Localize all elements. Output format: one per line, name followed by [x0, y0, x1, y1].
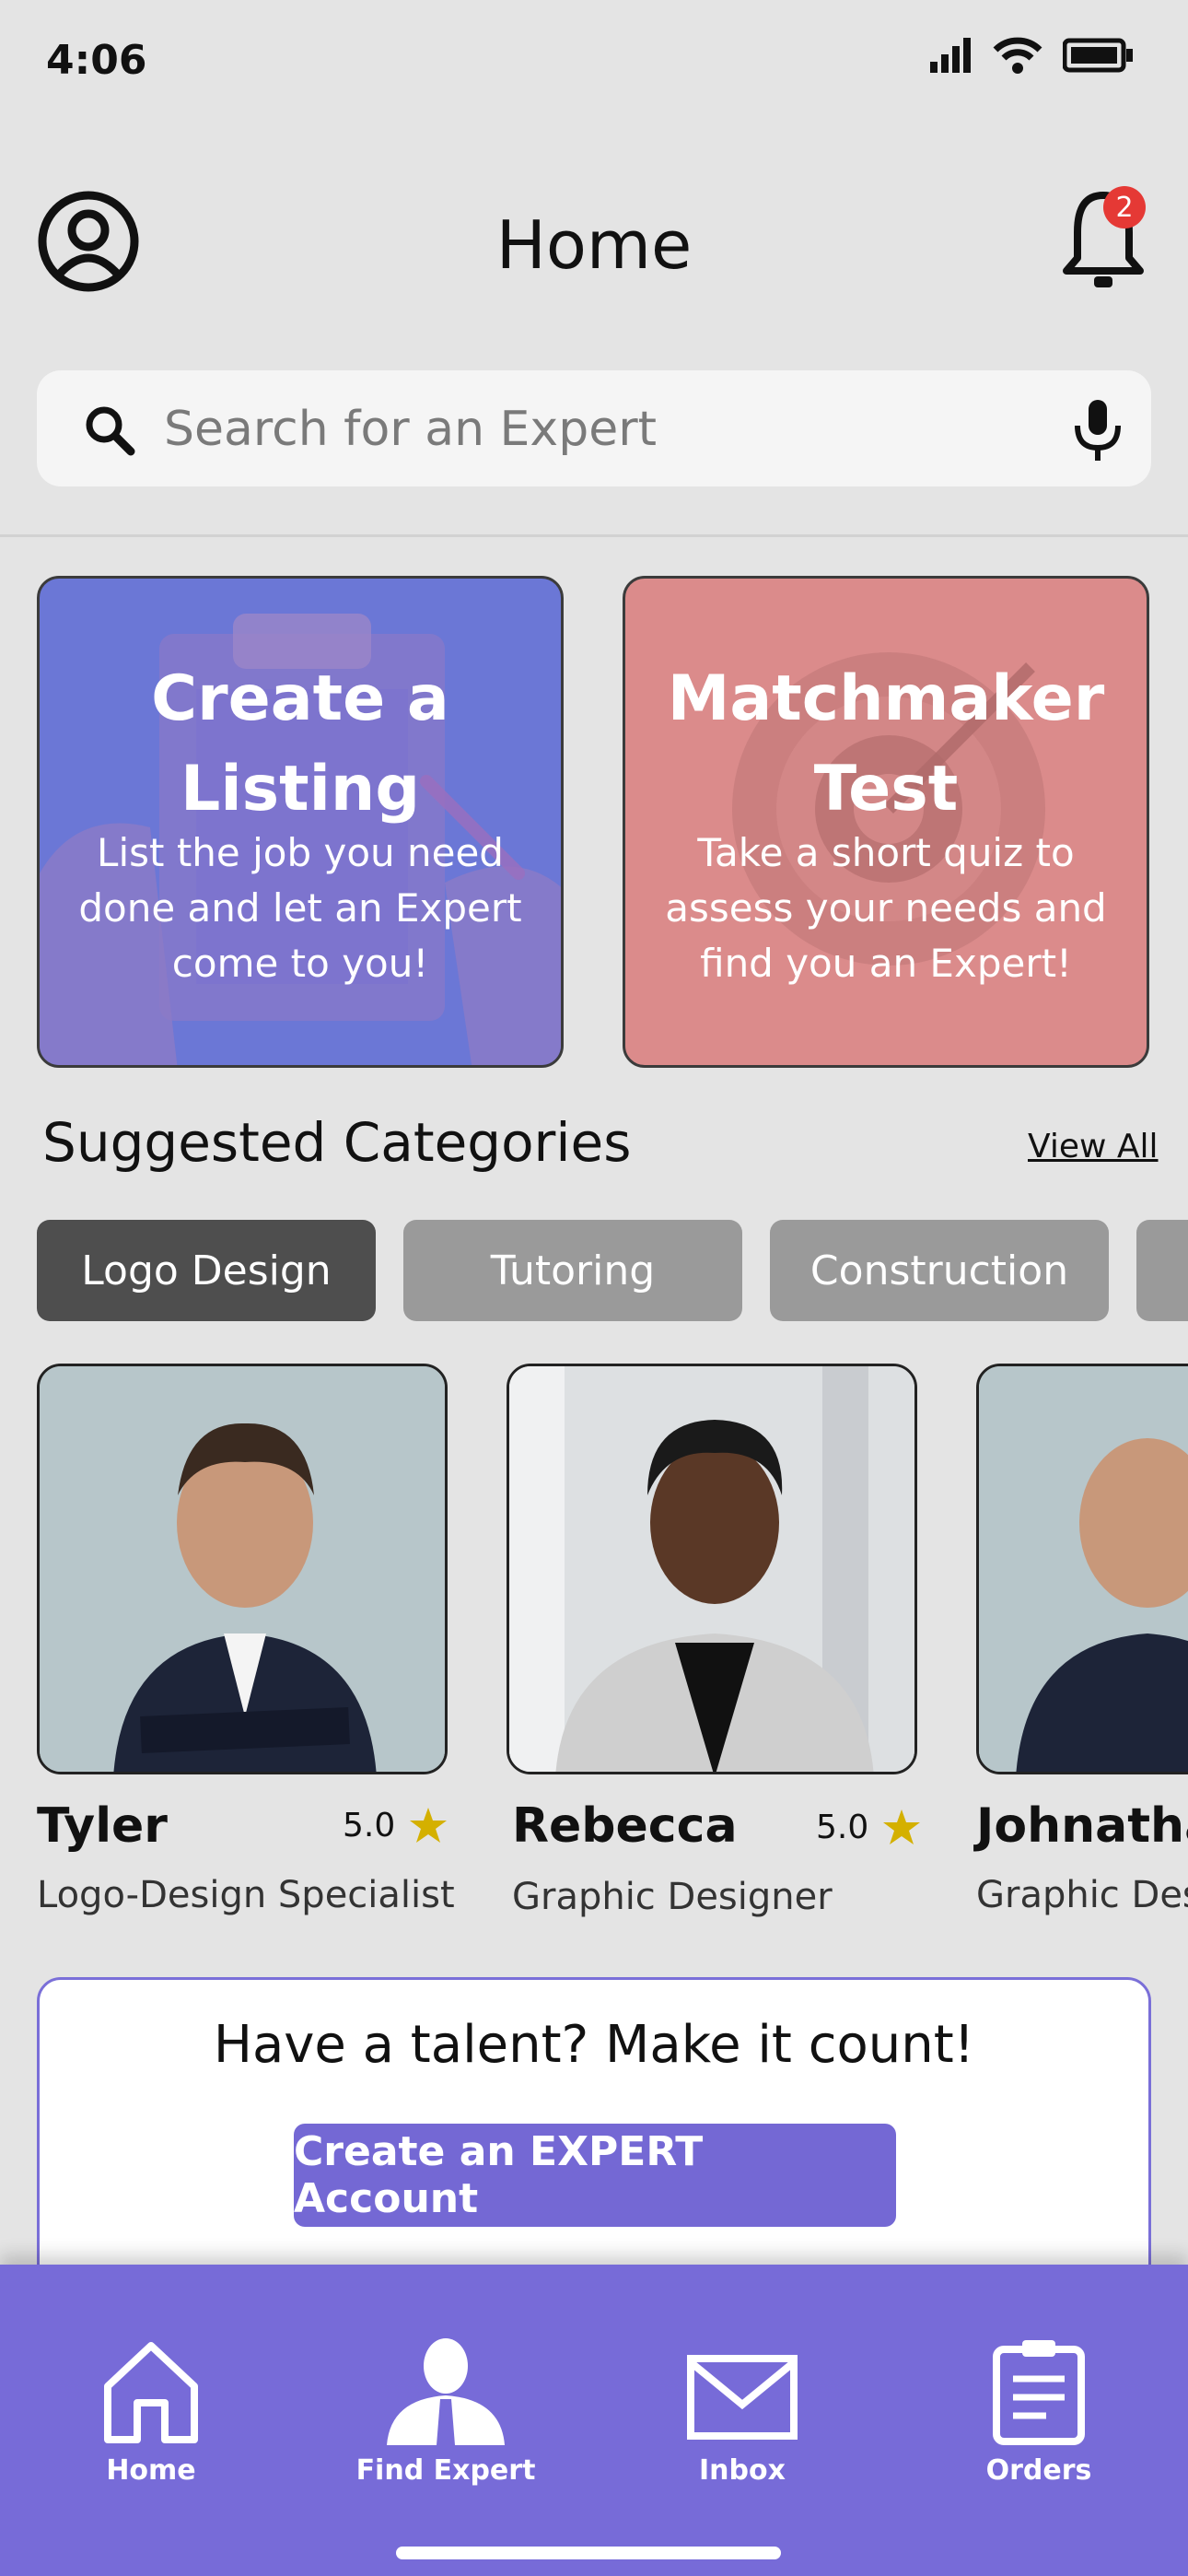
category-chips: Logo Design Tutoring Construction: [37, 1220, 1188, 1321]
card-title: Matchmaker Test: [625, 654, 1147, 835]
header-divider: [0, 534, 1188, 537]
microphone-icon[interactable]: [1070, 398, 1125, 463]
expert-rating: 5.0: [816, 1808, 922, 1846]
create-listing-card[interactable]: Create a Listing List the job you need d…: [37, 576, 564, 1068]
nav-item-inbox[interactable]: Inbox: [632, 2338, 853, 2487]
search-bar[interactable]: [37, 370, 1151, 486]
category-chip-more[interactable]: [1136, 1220, 1188, 1321]
category-chip-tutoring[interactable]: Tutoring: [403, 1220, 742, 1321]
expert-rating: 5.0: [343, 1806, 448, 1844]
expert-photo-johnathan[interactable]: [976, 1364, 1188, 1774]
search-icon: [86, 406, 135, 456]
rating-value: 5.0: [816, 1808, 869, 1846]
expert-photo-rebecca[interactable]: [507, 1364, 917, 1774]
expert-promo-card: Have a talent? Make it count! Create an …: [37, 1977, 1151, 2290]
expert-name: Johnatha: [976, 1798, 1188, 1854]
notification-badge: 2: [1103, 186, 1146, 228]
card-title-line: Test: [813, 753, 959, 825]
nav-label: Find Expert: [355, 2454, 536, 2487]
home-icon: [104, 2342, 198, 2443]
section-title: Suggested Categories: [42, 1111, 632, 1174]
expert-role: Logo-Design Specialist: [37, 1874, 455, 1916]
status-time: 4:06: [46, 37, 147, 84]
signal-icon: [930, 38, 971, 73]
page-title: Home: [495, 206, 693, 284]
battery-icon: [1063, 38, 1133, 73]
screen: 4:06 Home 2 Search for an Expert Create …: [0, 0, 1188, 2576]
status-icons: [930, 37, 1135, 74]
nav-label: Orders: [985, 2454, 1092, 2487]
bottom-nav: Home Find Expert Inbox Orders: [0, 2265, 1188, 2576]
view-all-link[interactable]: View All: [1028, 1128, 1159, 1165]
person-icon: [387, 2338, 505, 2445]
search-input[interactable]: [162, 389, 995, 470]
category-chip-construction[interactable]: Construction: [770, 1220, 1109, 1321]
expert-avatar-image: [509, 1366, 914, 1772]
rating-value: 5.0: [343, 1806, 396, 1844]
expert-photo-tyler[interactable]: [37, 1364, 448, 1774]
mail-icon: [687, 2355, 798, 2440]
card-title-line: Matchmaker: [667, 662, 1105, 735]
clipboard-icon: [993, 2340, 1085, 2445]
card-title-line: Listing: [180, 753, 420, 825]
category-chip-logo-design[interactable]: Logo Design: [37, 1220, 376, 1321]
star-icon: [883, 1809, 921, 1844]
wifi-icon: [993, 37, 1042, 74]
expert-avatar-image: [40, 1366, 445, 1772]
expert-role: Graphic Designer: [512, 1876, 833, 1918]
expert-name: Tyler: [37, 1798, 168, 1854]
card-description: Take a short quiz to assess your needs a…: [665, 830, 1107, 986]
expert-name: Rebecca: [512, 1798, 738, 1854]
star-icon: [410, 1808, 448, 1843]
promo-text: Have a talent? Make it count!: [213, 2015, 975, 2075]
card-description: List the job you need done and let an Ex…: [78, 830, 522, 986]
expert-role: Graphic Desi: [976, 1874, 1188, 1916]
card-title-line: Create a: [151, 662, 449, 735]
nav-item-home[interactable]: Home: [41, 2338, 262, 2487]
expert-avatar-image: [979, 1366, 1188, 1772]
create-expert-account-button[interactable]: Create an EXPERT Account: [294, 2124, 896, 2227]
matchmaker-test-card[interactable]: Matchmaker Test Take a short quiz to ass…: [623, 576, 1149, 1068]
home-indicator[interactable]: [396, 2547, 781, 2559]
nav-item-orders[interactable]: Orders: [928, 2338, 1149, 2487]
card-title: Create a Listing: [40, 654, 561, 835]
nav-label: Home: [106, 2454, 196, 2487]
nav-item-find-expert[interactable]: Find Expert: [335, 2338, 556, 2487]
nav-label: Inbox: [699, 2454, 786, 2487]
